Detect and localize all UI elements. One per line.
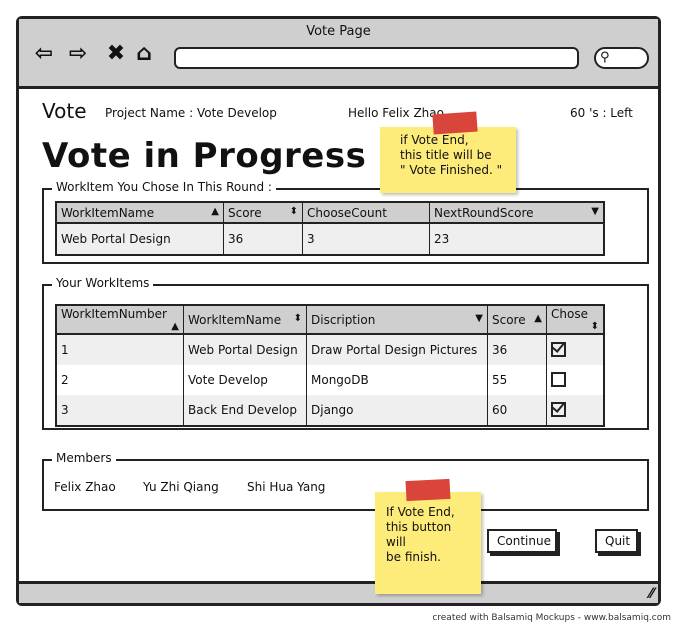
column-header[interactable]: Score ⬍ bbox=[223, 202, 303, 224]
sort-asc-icon: ▲ bbox=[171, 321, 179, 332]
member-name: Yu Zhi Qiang bbox=[143, 480, 219, 494]
column-header[interactable]: WorkItemName ▲ bbox=[56, 202, 224, 224]
cell-name: Vote Develop bbox=[183, 365, 307, 395]
column-header[interactable]: ChooseCount bbox=[302, 202, 430, 224]
cell-nextroundscore: 23 bbox=[429, 223, 605, 255]
sort-both-icon: ⬍ bbox=[293, 312, 302, 324]
table-header-row: WorkItemName ▲ Score ⬍ ChooseCount NextRou… bbox=[56, 202, 605, 224]
sort-asc-icon: ▲ bbox=[534, 312, 542, 324]
tape-icon bbox=[405, 478, 451, 502]
note-line: this button will bbox=[386, 520, 452, 549]
arrow-left-icon[interactable]: ⇦ bbox=[31, 41, 57, 67]
column-header[interactable]: Score ▲ bbox=[487, 305, 547, 335]
member-name: Felix Zhao bbox=[54, 480, 116, 494]
cell-score: 60 bbox=[487, 395, 547, 426]
table-row[interactable]: 1 Web Portal Design Draw Portal Design P… bbox=[56, 334, 605, 365]
app-logo: Vote bbox=[42, 99, 87, 123]
cell-score: 36 bbox=[487, 334, 547, 365]
chosen-workitem-legend: WorkItem You Chose In This Round : bbox=[52, 180, 276, 194]
cell-chose bbox=[546, 334, 605, 365]
project-name: Project Name : Vote Develop bbox=[105, 106, 277, 120]
cell-number: 1 bbox=[56, 334, 184, 365]
note-line: If Vote End, bbox=[386, 505, 455, 519]
column-header[interactable]: Chose ⬍ bbox=[546, 305, 605, 335]
note-line: " Vote Finished. " bbox=[400, 163, 503, 177]
status-bar: ⁄⁄ bbox=[19, 581, 658, 603]
cell-score: 36 bbox=[223, 223, 303, 255]
column-header[interactable]: WorkItemName ⬍ bbox=[183, 305, 307, 335]
cell-description: MongoDB bbox=[306, 365, 488, 395]
table-row[interactable]: 2 Vote Develop MongoDB 55 bbox=[56, 365, 605, 395]
chose-checkbox[interactable] bbox=[551, 342, 566, 357]
your-workitems-legend: Your WorkItems bbox=[52, 276, 154, 290]
note-line: this title will be bbox=[400, 148, 492, 162]
sort-asc-icon: ▲ bbox=[211, 205, 219, 217]
greeting-text: Hello Felix Zhao bbox=[348, 106, 444, 120]
address-bar[interactable] bbox=[174, 47, 579, 69]
cell-number: 2 bbox=[56, 365, 184, 395]
table-header-row: WorkItemNumber ▲ WorkItemName ⬍ Discriptio… bbox=[56, 305, 605, 335]
sort-both-icon: ⬍ bbox=[289, 205, 298, 217]
chose-checkbox[interactable] bbox=[551, 372, 566, 387]
your-workitems-table: WorkItemNumber ▲ WorkItemName ⬍ Discriptio… bbox=[55, 304, 605, 427]
search-input[interactable]: ⚲ bbox=[594, 47, 649, 69]
table-row[interactable]: Web Portal Design 36 3 23 bbox=[56, 223, 605, 255]
sticky-note-button: If Vote End, this button will be finish. bbox=[375, 492, 481, 594]
cell-score: 55 bbox=[487, 365, 547, 395]
window-title: Vote Page bbox=[306, 24, 371, 39]
sort-desc-icon: ▼ bbox=[591, 205, 599, 217]
table-row[interactable]: 3 Back End Develop Django 60 bbox=[56, 395, 605, 426]
tape-icon bbox=[432, 111, 478, 135]
cell-chose bbox=[546, 395, 605, 426]
chose-checkbox[interactable] bbox=[551, 402, 566, 417]
cell-name: Back End Develop bbox=[183, 395, 307, 426]
note-line: be finish. bbox=[386, 550, 441, 564]
cell-choosecount: 3 bbox=[302, 223, 430, 255]
cell-name: Web Portal Design bbox=[183, 334, 307, 365]
cell-chose bbox=[546, 365, 605, 395]
note-line: if Vote End, bbox=[400, 133, 469, 147]
members-legend: Members bbox=[52, 451, 116, 465]
home-icon[interactable]: ⌂ bbox=[131, 41, 157, 67]
cell-description: Draw Portal Design Pictures bbox=[306, 334, 488, 365]
member-name: Shi Hua Yang bbox=[247, 480, 326, 494]
continue-button[interactable]: Continue bbox=[487, 529, 557, 553]
page-title: Vote in Progress ... bbox=[42, 136, 419, 176]
sort-both-icon: ⬍ bbox=[590, 321, 599, 332]
arrow-right-icon[interactable]: ⇨ bbox=[65, 41, 91, 67]
credit-text: created with Balsamiq Mockups - www.bals… bbox=[432, 613, 671, 623]
sticky-note-title: if Vote End, this title will be " Vote F… bbox=[380, 127, 516, 193]
column-header[interactable]: Discription ▼ bbox=[306, 305, 488, 335]
browser-chrome: Vote Page ⇦ ⇨ ✖ ⌂ ⚲ bbox=[19, 19, 658, 89]
time-left: 60 's : Left bbox=[570, 106, 633, 120]
resize-grip-icon[interactable]: ⁄⁄ bbox=[649, 586, 654, 602]
close-icon[interactable]: ✖ bbox=[103, 41, 129, 67]
search-icon: ⚲ bbox=[600, 50, 610, 65]
cell-name: Web Portal Design bbox=[56, 223, 224, 255]
sort-desc-icon: ▼ bbox=[475, 312, 483, 324]
cell-number: 3 bbox=[56, 395, 184, 426]
cell-description: Django bbox=[306, 395, 488, 426]
column-header[interactable]: NextRoundScore ▼ bbox=[429, 202, 605, 224]
chosen-workitem-table: WorkItemName ▲ Score ⬍ ChooseCount NextRou… bbox=[55, 201, 605, 256]
members-group bbox=[42, 459, 649, 511]
column-header[interactable]: WorkItemNumber ▲ bbox=[56, 305, 184, 335]
quit-button[interactable]: Quit bbox=[595, 529, 638, 553]
